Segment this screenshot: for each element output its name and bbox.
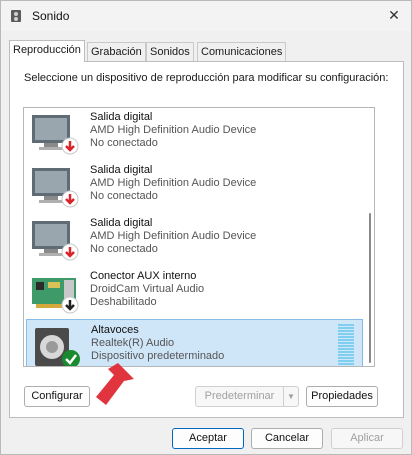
device-name: Salida digital: [90, 217, 153, 229]
close-icon: ✕: [388, 7, 400, 23]
instruction-text: Seleccione un dispositivo de reproducció…: [24, 72, 389, 84]
sound-dialog: Sonido ✕ Reproducción Grabación Sonidos …: [0, 0, 412, 455]
device-status: Deshabilitado: [90, 296, 157, 308]
volume-level-meter: [338, 324, 354, 366]
playback-panel: Seleccione un dispositivo de reproducció…: [9, 61, 404, 418]
scrollbar-thumb[interactable]: [369, 213, 371, 363]
device-name: Salida digital: [90, 164, 153, 176]
device-item[interactable]: Conector AUX interno DroidCam Virtual Au…: [26, 266, 363, 318]
device-item[interactable]: Salida digital AMD High Definition Audio…: [26, 213, 363, 265]
tab-reproduccion[interactable]: Reproducción: [9, 40, 85, 62]
device-name: Altavoces: [91, 324, 139, 336]
monitor-icon: [32, 221, 79, 261]
chevron-down-icon: ▼: [287, 392, 295, 401]
device-description: AMD High Definition Audio Device: [90, 230, 257, 242]
title-bar: Sonido ✕: [1, 1, 411, 31]
device-item[interactable]: Salida digital AMD High Definition Audio…: [26, 160, 363, 212]
device-status: No conectado: [90, 137, 158, 149]
device-list-scrollbar[interactable]: [366, 107, 375, 367]
set-default-button[interactable]: Predeterminar: [195, 386, 284, 407]
tab-comunicaciones[interactable]: Comunicaciones: [197, 42, 287, 61]
device-item-selected[interactable]: Altavoces Realtek(R) Audio Dispositivo p…: [26, 319, 363, 366]
speaker-app-icon: [11, 10, 21, 22]
device-status: No conectado: [90, 243, 158, 255]
sound-card-icon: [32, 278, 79, 314]
set-default-dropdown[interactable]: ▼: [283, 386, 299, 407]
monitor-icon: [32, 168, 79, 208]
pointer-arrow-icon: [96, 363, 134, 405]
apply-button[interactable]: Aplicar: [331, 428, 403, 449]
device-description: AMD High Definition Audio Device: [90, 124, 257, 136]
tab-grabacion[interactable]: Grabación: [87, 42, 146, 61]
ok-button[interactable]: Aceptar: [172, 428, 244, 449]
device-description: Realtek(R) Audio: [91, 337, 175, 349]
properties-button[interactable]: Propiedades: [306, 386, 378, 407]
device-status: No conectado: [90, 190, 158, 202]
device-item[interactable]: Salida digital AMD High Definition Audio…: [26, 108, 363, 159]
tab-sonidos[interactable]: Sonidos: [146, 42, 194, 61]
monitor-icon: [32, 115, 79, 155]
device-name: Conector AUX interno: [90, 270, 197, 282]
device-list: Salida digital AMD High Definition Audio…: [23, 107, 367, 367]
device-name: Salida digital: [90, 111, 153, 123]
device-description: DroidCam Virtual Audio: [90, 283, 205, 295]
close-button[interactable]: ✕: [383, 5, 405, 25]
cancel-button[interactable]: Cancelar: [251, 428, 323, 449]
window-title: Sonido: [32, 9, 70, 23]
device-description: AMD High Definition Audio Device: [90, 177, 257, 189]
